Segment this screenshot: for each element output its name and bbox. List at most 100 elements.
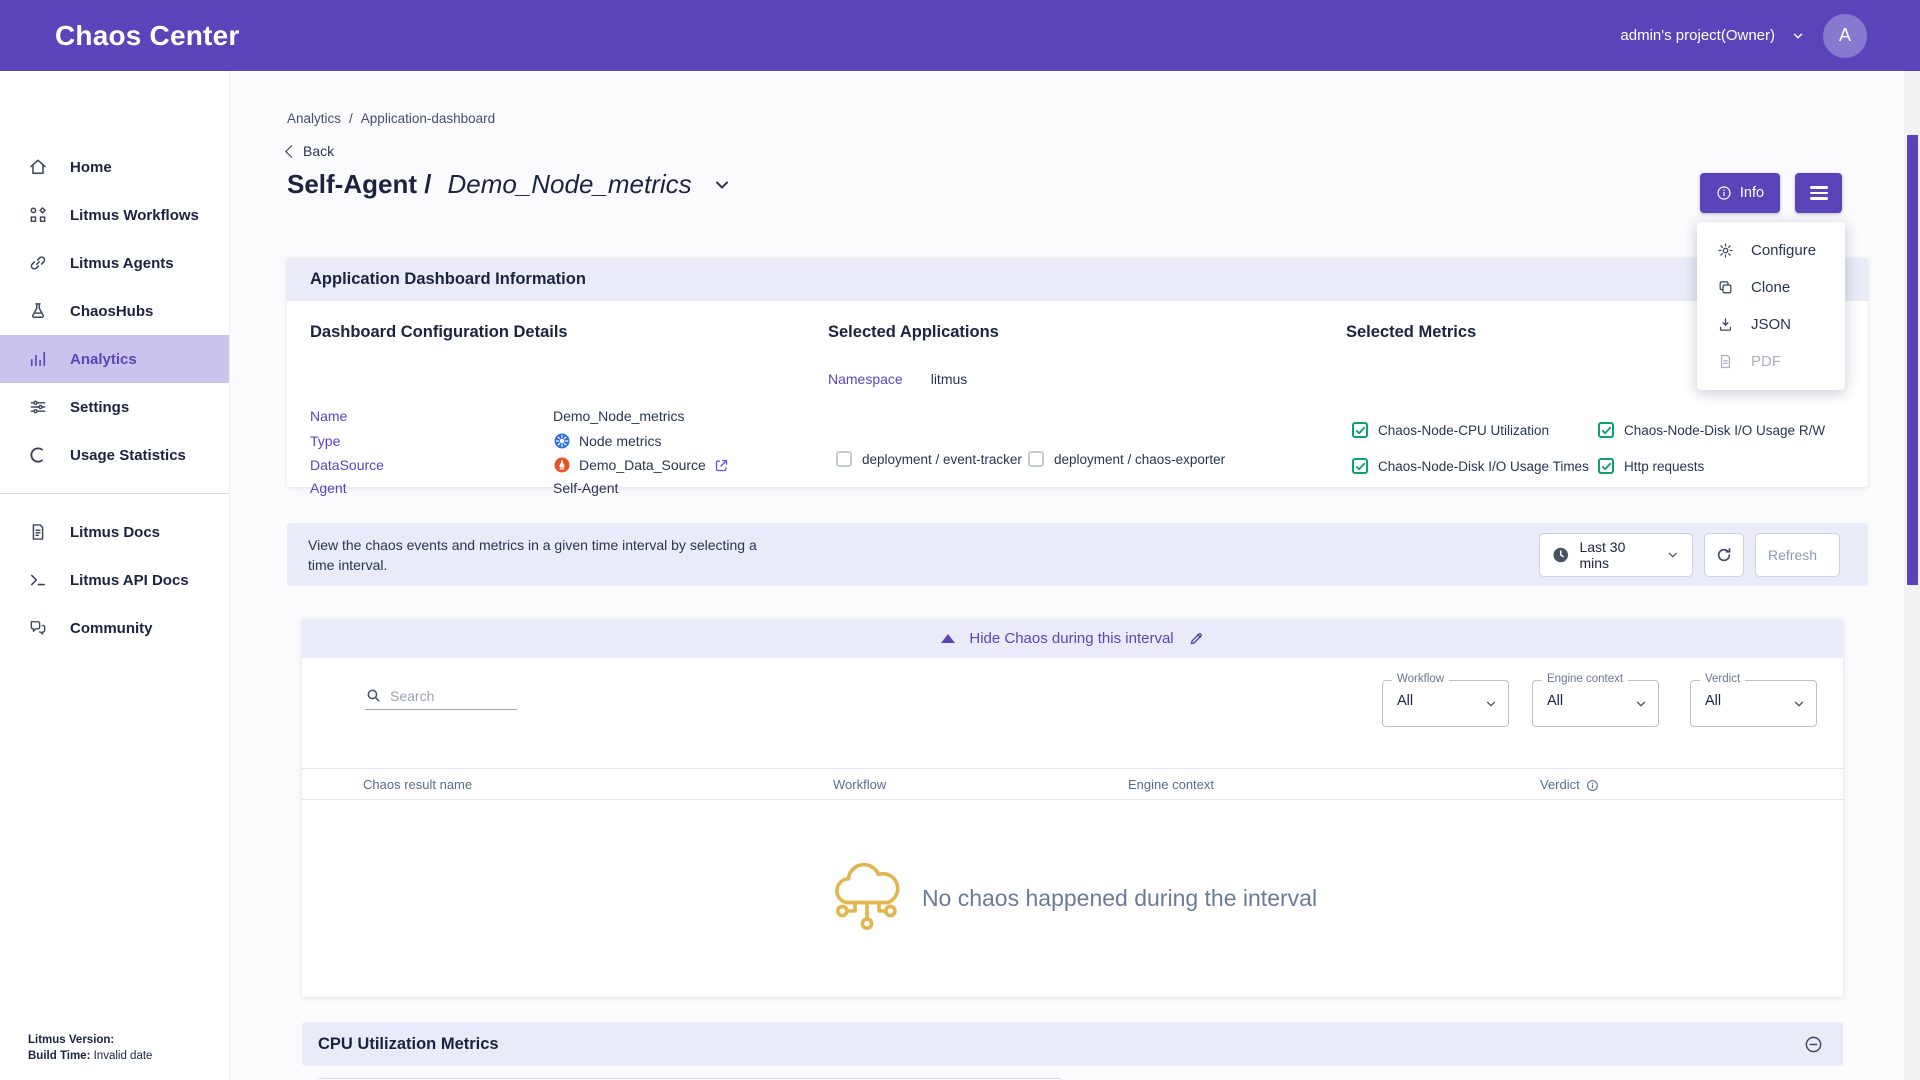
title-dashboard-name: Demo_Node_metrics bbox=[447, 169, 691, 200]
title-chevron-down-icon[interactable] bbox=[712, 175, 732, 195]
scrollbar-thumb[interactable] bbox=[1907, 135, 1918, 585]
column-verdict: Verdict bbox=[1540, 769, 1599, 801]
panel-header: Application Dashboard Information bbox=[287, 258, 1868, 301]
sidebar-item-chaoshubs[interactable]: ChaosHubs bbox=[0, 287, 229, 335]
metric-checkbox-disk-io-rw: Chaos-Node-Disk I/O Usage R/W bbox=[1598, 422, 1825, 438]
file-icon bbox=[1717, 353, 1734, 370]
time-interval-description: View the chaos events and metrics in a g… bbox=[308, 535, 758, 575]
back-button[interactable]: Back bbox=[287, 143, 334, 159]
menu-item-clone[interactable]: Clone bbox=[1697, 269, 1845, 306]
checkbox-checked[interactable] bbox=[1598, 422, 1614, 438]
cpu-utilization-header: CPU Utilization Metrics bbox=[302, 1022, 1843, 1066]
cloud-icon bbox=[828, 857, 906, 941]
terminal-icon bbox=[28, 570, 48, 590]
check-icon bbox=[1601, 461, 1612, 472]
dashboard-configuration-details: Dashboard Configuration Details bbox=[310, 323, 568, 342]
sidebar-divider bbox=[0, 493, 229, 494]
metric-checkbox-cpu-utilization: Chaos-Node-CPU Utilization bbox=[1352, 422, 1549, 438]
workflows-icon bbox=[28, 205, 48, 225]
refresh-button[interactable] bbox=[1704, 533, 1744, 577]
check-icon bbox=[1601, 425, 1612, 436]
main-content: Analytics / Application-dashboard Back S… bbox=[230, 71, 1920, 1080]
search-field bbox=[365, 687, 517, 710]
time-range-select[interactable]: Last 30 mins bbox=[1539, 533, 1693, 577]
chevron-down-icon bbox=[1666, 548, 1680, 562]
chevron-down-icon bbox=[1484, 697, 1498, 711]
sidebar-item-community[interactable]: Community bbox=[0, 604, 229, 652]
menu-item-configure[interactable]: Configure bbox=[1697, 232, 1845, 269]
collapse-minus-icon[interactable] bbox=[1804, 1035, 1823, 1054]
verdict-filter-select[interactable]: Verdict All bbox=[1690, 680, 1817, 727]
menu-item-json[interactable]: JSON bbox=[1697, 306, 1845, 343]
edit-pencil-icon[interactable] bbox=[1188, 631, 1204, 647]
sidebar-item-settings[interactable]: Settings bbox=[0, 383, 229, 431]
sidebar-item-litmus-workflows[interactable]: Litmus Workflows bbox=[0, 191, 229, 239]
workflow-filter-select[interactable]: Workflow All bbox=[1382, 680, 1509, 727]
chevron-down-icon bbox=[1792, 697, 1806, 711]
info-circle-icon[interactable] bbox=[1586, 779, 1599, 792]
kebab-menu-button[interactable] bbox=[1795, 173, 1842, 213]
sidebar-item-litmus-api-docs[interactable]: Litmus API Docs bbox=[0, 556, 229, 604]
settings-sliders-icon bbox=[28, 397, 48, 417]
page-title: Self-Agent / Demo_Node_metrics bbox=[287, 169, 732, 200]
chaos-toggle-label[interactable]: Hide Chaos during this interval bbox=[969, 630, 1173, 647]
chevron-down-icon bbox=[1634, 697, 1648, 711]
build-value: Invalid date bbox=[94, 1050, 153, 1062]
application-dashboard-information-panel: Application Dashboard Information Dashbo… bbox=[287, 258, 1868, 487]
sidebar-item-litmus-agents[interactable]: Litmus Agents bbox=[0, 239, 229, 287]
refresh-rate-select[interactable]: Refresh bbox=[1755, 533, 1840, 577]
build-label: Build Time: bbox=[28, 1050, 90, 1062]
title-agent: Self-Agent / bbox=[287, 169, 431, 200]
home-icon bbox=[28, 157, 48, 177]
chaos-interval-card: Hide Chaos during this interval Workflow… bbox=[302, 619, 1843, 997]
chevron-down-icon bbox=[1791, 29, 1805, 43]
selected-applications: Selected Applications Namespace litmus bbox=[828, 323, 999, 342]
engine-context-filter-select[interactable]: Engine context All bbox=[1532, 680, 1659, 727]
sidebar-item-analytics[interactable]: Analytics bbox=[0, 335, 229, 383]
sidebar: Home Litmus Workflows Litmus Agents Chao… bbox=[0, 71, 230, 1080]
namespace-value: litmus bbox=[931, 371, 968, 387]
info-button[interactable]: Info bbox=[1700, 173, 1780, 213]
breadcrumb-application-dashboard[interactable]: Application-dashboard bbox=[361, 111, 495, 126]
breadcrumb-separator: / bbox=[349, 111, 353, 126]
check-icon bbox=[1355, 461, 1366, 472]
column-engine-context: Engine context bbox=[1128, 769, 1214, 801]
config-row-name: Name Demo_Node_metrics bbox=[310, 408, 685, 424]
clock-icon bbox=[1552, 546, 1569, 564]
version-info: Litmus Version: Build Time: Invalid date bbox=[28, 1032, 152, 1064]
breadcrumb-analytics[interactable]: Analytics bbox=[287, 111, 341, 126]
checkbox-checked[interactable] bbox=[1352, 422, 1368, 438]
project-switcher[interactable]: admin's project(Owner) bbox=[1620, 27, 1805, 44]
agents-link-icon bbox=[28, 253, 48, 273]
sidebar-item-home[interactable]: Home bbox=[0, 143, 229, 191]
collapse-triangle-icon[interactable] bbox=[941, 634, 955, 643]
sidebar-item-litmus-docs[interactable]: Litmus Docs bbox=[0, 508, 229, 556]
search-input[interactable] bbox=[390, 688, 500, 704]
flask-icon bbox=[28, 301, 48, 321]
scrollbar[interactable] bbox=[1904, 71, 1920, 1080]
chaos-table-header: Chaos result name Workflow Engine contex… bbox=[302, 768, 1843, 800]
checkbox-checked[interactable] bbox=[1598, 458, 1614, 474]
dashboard-actions-menu: Configure Clone JSON PDF bbox=[1697, 222, 1845, 390]
config-row-agent: Agent Self-Agent bbox=[310, 480, 618, 496]
version-label: Litmus Version: bbox=[28, 1034, 114, 1046]
empty-message: No chaos happened during the interval bbox=[922, 885, 1317, 912]
checkbox-checked[interactable] bbox=[1352, 458, 1368, 474]
search-icon bbox=[365, 687, 382, 704]
empty-state: No chaos happened during the interval bbox=[302, 800, 1843, 997]
document-icon bbox=[28, 522, 48, 542]
config-row-type: Type Node metrics bbox=[310, 432, 661, 450]
chat-bubbles-icon bbox=[28, 618, 48, 638]
app-title: Chaos Center bbox=[55, 20, 239, 52]
time-interval-bar: View the chaos events and metrics in a g… bbox=[287, 523, 1868, 586]
checkbox-unchecked[interactable] bbox=[1028, 451, 1044, 467]
app-checkbox-event-tracker: deployment / event-tracker bbox=[836, 451, 1022, 467]
metric-checkbox-http-requests: Http requests bbox=[1598, 458, 1704, 474]
selected-metrics: Selected Metrics bbox=[1346, 323, 1476, 342]
sidebar-item-usage-statistics[interactable]: Usage Statistics bbox=[0, 431, 229, 479]
external-link-icon[interactable] bbox=[714, 458, 729, 473]
checkbox-unchecked[interactable] bbox=[836, 451, 852, 467]
info-icon bbox=[1716, 185, 1732, 201]
menu-item-pdf[interactable]: PDF bbox=[1697, 343, 1845, 380]
avatar[interactable]: A bbox=[1823, 14, 1867, 58]
